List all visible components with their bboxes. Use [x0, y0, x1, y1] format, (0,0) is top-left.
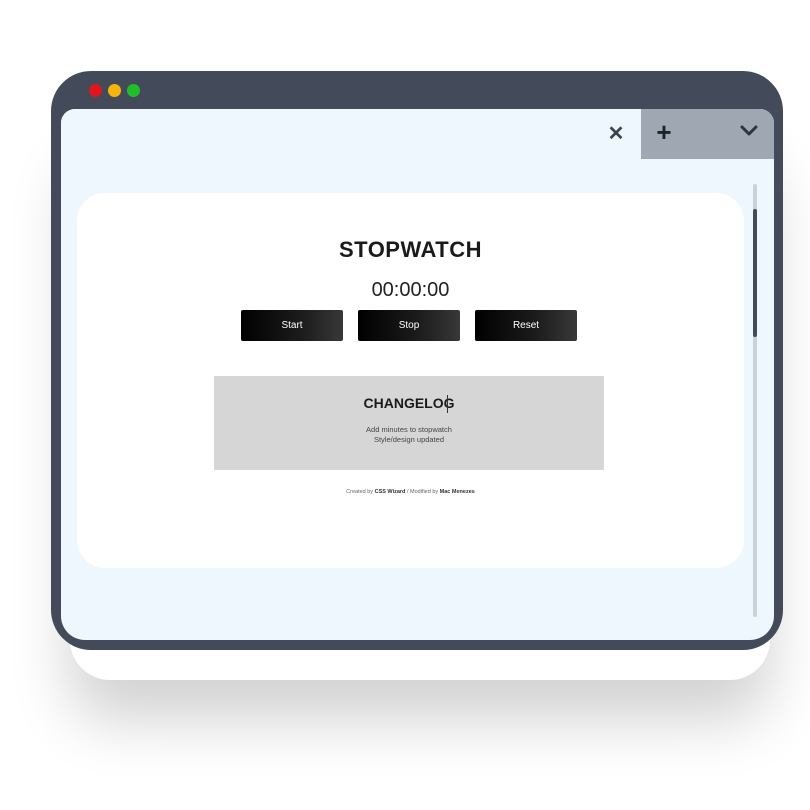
reset-button[interactable]: Reset	[475, 310, 577, 341]
changelog-entry: Style/design updated	[373, 435, 445, 444]
start-button[interactable]: Start	[241, 310, 343, 341]
browser-window: ✕ + STOPWATCH 00:00:00 Start Stop Reset …	[51, 71, 783, 650]
footer-modifier-link[interactable]: Mac Menezes	[440, 489, 475, 495]
stop-button[interactable]: Stop	[358, 310, 460, 341]
active-tab[interactable]	[61, 109, 641, 159]
page-title: STOPWATCH	[338, 237, 483, 262]
time-display: 00:00:00	[371, 279, 450, 301]
plus-icon[interactable]: +	[651, 119, 677, 145]
stopwatch-card: STOPWATCH 00:00:00 Start Stop Reset CHAN…	[77, 193, 744, 568]
scrollbar-thumb[interactable]	[753, 209, 757, 337]
footer-creator-link[interactable]: CSS Wizard	[375, 489, 406, 495]
maximize-window-dot[interactable]	[127, 84, 140, 97]
changelog-title: CHANGELOG	[363, 395, 455, 411]
changelog-panel: CHANGELOG Add minutes to stopwatch Style…	[214, 376, 604, 470]
chevron-down-icon[interactable]	[736, 121, 762, 137]
footer-modified-label: / Modified by	[406, 489, 439, 495]
close-icon[interactable]: ✕	[603, 121, 629, 147]
close-window-dot[interactable]	[89, 84, 102, 97]
minimize-window-dot[interactable]	[108, 84, 121, 97]
footer-credits: Created by CSS Wizard / Modified by Mac …	[77, 489, 744, 495]
text-cursor	[447, 395, 448, 413]
browser-viewport: ✕ + STOPWATCH 00:00:00 Start Stop Reset …	[61, 109, 774, 640]
changelog-entry: Add minutes to stopwatch	[366, 425, 452, 434]
footer-created-label: Created by	[346, 489, 374, 495]
